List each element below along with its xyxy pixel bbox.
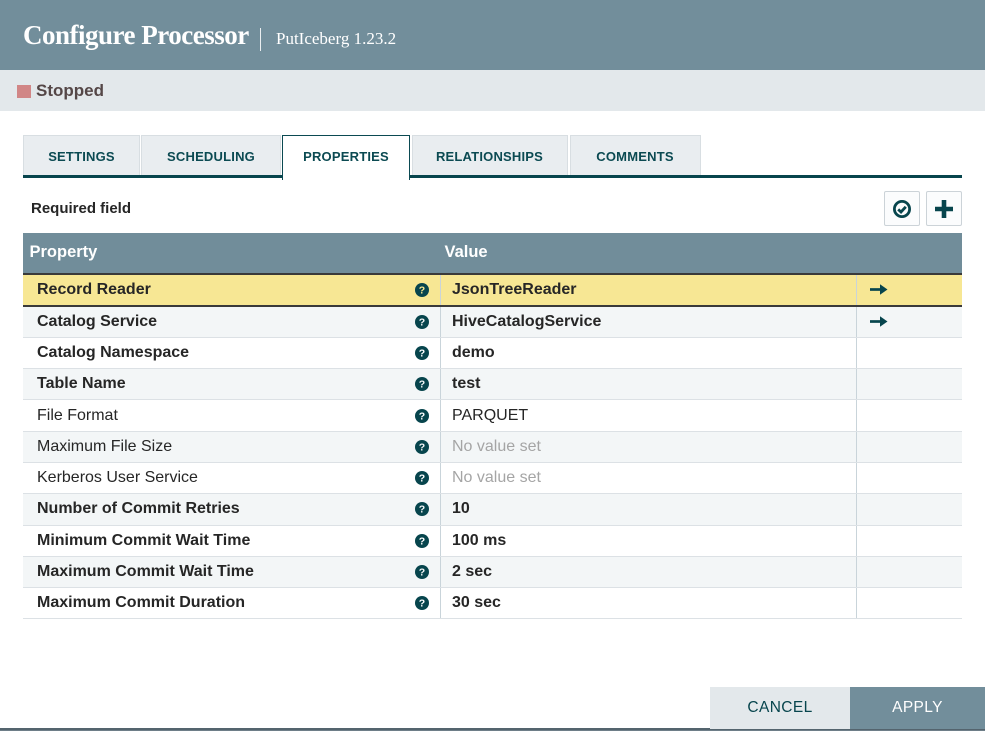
svg-text:?: ?	[419, 348, 425, 360]
svg-text:?: ?	[419, 441, 425, 453]
svg-text:?: ?	[419, 504, 425, 516]
svg-text:?: ?	[419, 473, 425, 485]
svg-text:?: ?	[419, 379, 425, 391]
svg-text:?: ?	[419, 284, 425, 296]
svg-text:?: ?	[419, 316, 425, 328]
svg-text:?: ?	[419, 410, 425, 422]
svg-text:?: ?	[419, 567, 425, 579]
svg-text:?: ?	[419, 535, 425, 547]
svg-text:?: ?	[419, 598, 425, 610]
